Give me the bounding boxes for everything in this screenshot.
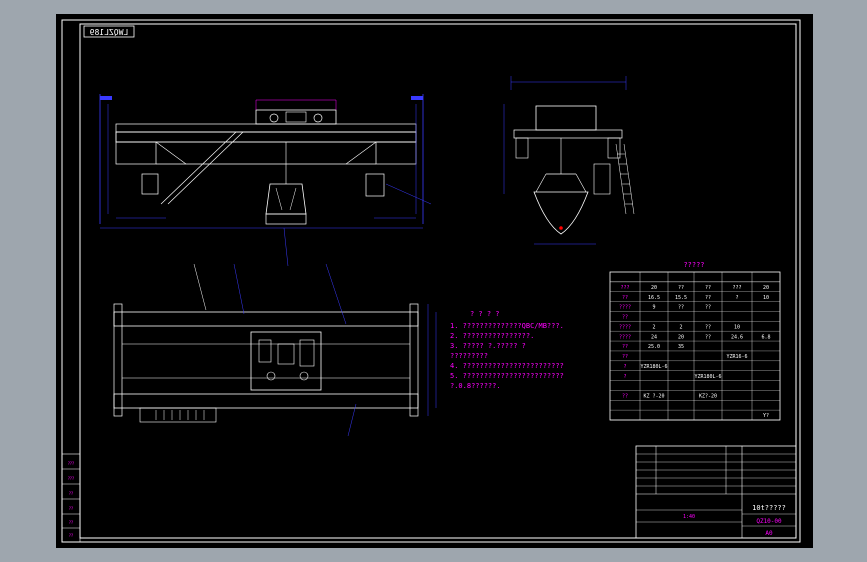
table-cell: ?? [678, 305, 684, 311]
outer-frame [61, 19, 801, 543]
table-cell: 10 [734, 324, 740, 330]
note-line: 4. ???????????????????????? [450, 362, 564, 370]
inner-frame [79, 23, 797, 539]
table-cell: 9 [652, 305, 655, 311]
left-stamp-row: ??? [68, 476, 74, 481]
drawing-scale: 1:40 [683, 514, 695, 520]
note-line: 1. ??????????????QBC/MB???. [450, 322, 564, 330]
wall-hatch [100, 96, 112, 100]
table-cell: 35 [678, 344, 684, 350]
table-title: ????? [683, 261, 704, 269]
table-cell: ???? [619, 334, 631, 340]
stamp-text: LWQZL189 [90, 28, 129, 37]
table-cell: 16.5 [648, 295, 660, 301]
left-stamp-row: ?? [69, 491, 73, 496]
note-line: 5. ???????????????????????? [450, 372, 564, 380]
table-cell: YZR180L-6 [640, 364, 667, 370]
title-block: 10t????? QZ10-00 A0 1:40 [635, 445, 797, 539]
table-cell: ?? [705, 324, 711, 330]
girder-plan-top [113, 311, 419, 327]
note-line: 3. ????? ?.????? ? [450, 342, 526, 350]
table-cell: ?? [705, 285, 711, 291]
left-stamp-row: ?? [69, 520, 73, 525]
table-cell: YZR16-6 [726, 354, 747, 360]
drawing-number: QZ10-00 [756, 518, 782, 525]
table-cell: ??? [620, 285, 629, 291]
note-line: ????????? [450, 352, 488, 360]
operator-cabin [141, 173, 159, 195]
left-stamp-row: ?? [69, 533, 73, 538]
ladder [160, 131, 237, 205]
plan-view [113, 263, 437, 437]
table-cell: ? [623, 364, 626, 370]
table-cell: 20 [763, 285, 769, 291]
table-cell: ?? [678, 285, 684, 291]
table-cell: ???? [619, 324, 631, 330]
table-cell: 6.8 [761, 334, 770, 340]
table-cell: 20 [678, 334, 684, 340]
left-stamp-row: ?? [69, 506, 73, 511]
side-elevation-view [503, 76, 635, 245]
table-cell: 20 [651, 285, 657, 291]
sheet-size: A0 [765, 530, 773, 537]
front-elevation-view [99, 94, 432, 267]
table-cell: ??? [732, 285, 741, 291]
trolley-plan [250, 331, 322, 391]
table-cell: ?? [705, 305, 711, 311]
table-cell: 15.5 [675, 295, 687, 301]
technical-notes: ? ? ? ? 1. ??????????????QBC/MB???. 2. ?… [450, 310, 564, 390]
note-line: ?.0.8??????. [450, 382, 501, 390]
table-cell: ? [735, 295, 738, 301]
table-cell: KZ?-20 [699, 394, 717, 400]
left-stamp-table: ??? ??? ?? ?? ?? ?? [61, 453, 81, 543]
table-cell: ?? [705, 334, 711, 340]
table-cell: 25.0 [648, 344, 660, 350]
left-stamp-row: ??? [68, 461, 74, 466]
walkway [139, 407, 217, 423]
drawing-name: 10t????? [752, 504, 786, 512]
trolley-side [535, 105, 597, 131]
table-cell: ???? [619, 305, 631, 311]
table-cell: YZR180L-6 [694, 374, 721, 380]
table-cell: 2 [652, 324, 655, 330]
table-cell: 24.6 [731, 334, 743, 340]
center-mark [559, 226, 563, 230]
technical-parameter-table: ????? ??? 20??????? 20?? 16.5 15.5??? 10???? 9… [609, 261, 781, 421]
table-cell: KZ ?-20 [643, 394, 664, 400]
end-carriage-left [115, 141, 157, 165]
end-carriage-right [375, 141, 417, 165]
table-cell: ?? [622, 295, 628, 301]
table-cell: Y? [763, 413, 769, 419]
table-cell: 2 [679, 324, 682, 330]
main-girder [115, 131, 417, 143]
drawing-sheet: LWQZL189 ??? ??? ?? ?? ?? ?? ? ? ? ? 1. … [56, 14, 813, 548]
note-line: 2. ????????????????. [450, 332, 534, 340]
table-cell: ?? [622, 354, 628, 360]
grab-bucket [265, 183, 307, 215]
notes-title: ? ? ? ? [470, 310, 500, 318]
wall-hatch [411, 96, 423, 100]
stamp-box: LWQZL189 [83, 25, 135, 38]
table-cell: ?? [622, 344, 628, 350]
table-cell: ?? [622, 315, 628, 321]
table-cell: ? [623, 374, 626, 380]
table-cell: ?? [622, 394, 628, 400]
table-cell: 10 [763, 295, 769, 301]
cad-drawing: LWQZL189 ??? ??? ?? ?? ?? ?? ? ? ? ? 1. … [61, 19, 801, 543]
girder-plan-bottom [113, 393, 419, 409]
table-cell: ?? [705, 295, 711, 301]
table-cell: 24 [651, 334, 657, 340]
